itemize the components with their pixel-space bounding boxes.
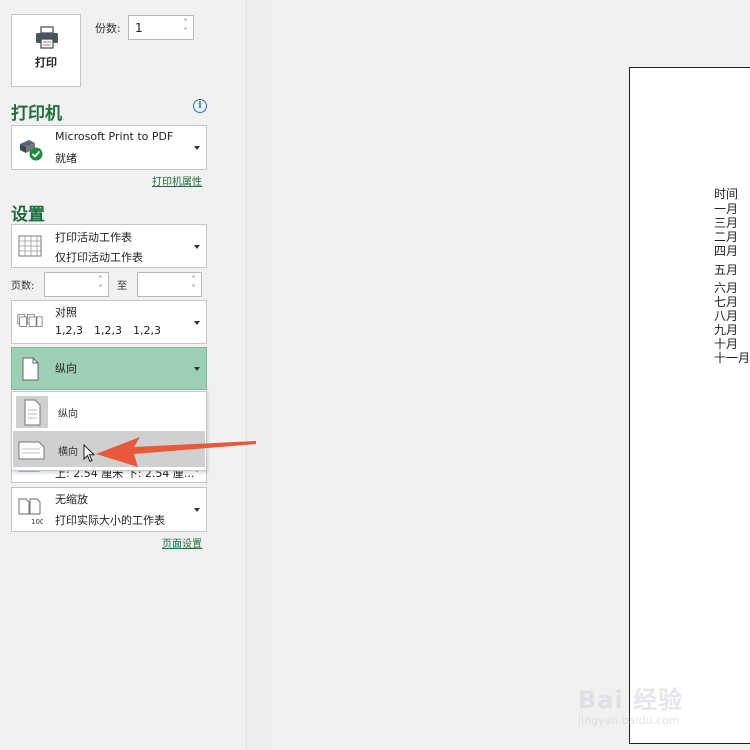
print-scope-title: 打印活动工作表 [55,231,132,244]
pages-from-input[interactable]: ˄ ˅ [44,272,109,297]
collate-dropdown[interactable]: 对照 1,2,3 1,2,3 1,2,3 [11,300,207,344]
chevron-down-icon[interactable]: ˅ [189,284,198,293]
sheet-grid-icon [18,235,42,257]
pages-to-spinner[interactable]: ˄ ˅ [189,275,198,294]
baidu-watermark: Bai 经验 jingyan.baidu.com [578,680,728,740]
copies-label: 份数: [95,22,121,35]
dropdown-caret-icon [194,367,200,371]
portrait-page-icon [22,357,39,381]
actual-size-icon: 100 [18,498,43,526]
preview-cell: 时间 [714,187,739,201]
printer-icon [36,26,58,49]
preview-cell: 五月 [714,263,739,277]
orientation-dropdown[interactable]: 纵向 [11,347,207,390]
chevron-up-icon[interactable]: ˄ [96,275,105,284]
printer-ready-icon [20,140,43,161]
collate-seq-3: 1,2,3 [133,324,161,337]
preview-cell: 三月 [714,216,739,230]
preview-divider [247,0,271,750]
pages-from-spinner[interactable]: ˄ ˅ [96,275,105,294]
print-scope-dropdown[interactable]: 打印活动工作表 仅打印活动工作表 [11,224,207,268]
chevron-up-icon[interactable]: ˄ [189,275,198,284]
preview-page [629,67,750,744]
printer-dropdown[interactable]: Microsoft Print to PDF 就绪 [11,125,207,170]
preview-cell: 二月 [714,230,739,244]
preview-cell: 七月 [714,295,739,309]
dropdown-caret-icon [194,321,200,325]
chevron-up-icon[interactable]: ˄ [181,18,190,27]
collate-seq-2: 1,2,3 [94,324,122,337]
preview-cell: 十月 [714,337,739,351]
orientation-option-label: 纵向 [58,409,78,420]
preview-cell: 九月 [714,323,739,337]
portrait-page-icon [24,399,41,426]
scaling-desc: 打印实际大小的工作表 [55,514,165,527]
copies-spinner[interactable]: ˄ ˅ [181,18,190,37]
info-icon[interactable]: i [193,99,207,113]
scaling-title: 无缩放 [55,493,88,506]
dropdown-caret-icon [194,146,200,150]
landscape-page-icon [18,441,45,460]
collate-seq-1: 1,2,3 [55,324,83,337]
printer-properties-link[interactable]: 打印机属性 [152,173,202,188]
page-setup-link[interactable]: 页面设置 [162,535,202,550]
orientation-option-label: 横向 [58,447,78,458]
printer-section-title: 打印机 [11,104,62,124]
collate-pages-icon [17,313,43,327]
copies-input[interactable]: 1 ˄ ˅ [128,15,194,40]
collate-title: 对照 [55,306,77,319]
preview-cell: 六月 [714,281,739,295]
scaling-dropdown[interactable]: 100 无缩放 打印实际大小的工作表 [11,487,207,532]
pages-label: 页数: [11,281,35,292]
dropdown-caret-icon [194,245,200,249]
orientation-option-portrait[interactable]: 纵向 [13,393,205,429]
watermark-sub: jingyan.baidu.com [578,714,680,727]
preview-cell: 八月 [714,309,739,323]
dropdown-caret-icon [194,508,200,512]
preview-cell: 一月 [714,202,739,216]
watermark-main: Bai 经验 [578,686,684,714]
print-button-label: 打印 [35,56,57,69]
chevron-down-icon[interactable]: ˅ [96,284,105,293]
pages-to-label: 至 [117,281,127,292]
chevron-down-icon[interactable]: ˅ [181,27,190,36]
preview-cell: 四月 [714,244,739,258]
settings-section-title: 设置 [11,205,45,225]
pages-to-input[interactable]: ˄ ˅ [137,272,202,297]
print-settings-panel: 打印 份数: 1 ˄ ˅ 打印机 i Microsoft Print to PD… [0,0,247,750]
preview-cell: 十一月 [714,351,750,365]
orientation-selected: 纵向 [55,362,77,375]
printer-status: 就绪 [55,152,77,165]
print-scope-desc: 仅打印活动工作表 [55,251,143,264]
copies-value: 1 [135,21,143,35]
printer-name: Microsoft Print to PDF [55,130,174,143]
svg-text:100: 100 [31,518,43,526]
annotation-arrow-icon [96,437,256,467]
print-button[interactable]: 打印 [11,14,81,87]
